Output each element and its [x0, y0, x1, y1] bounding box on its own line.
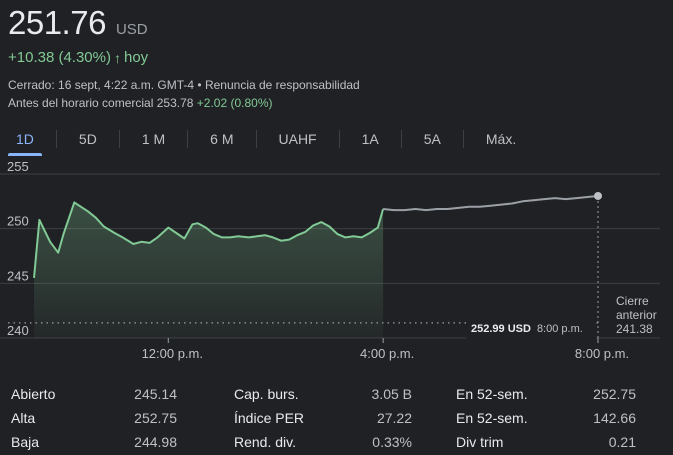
extended-session-line	[382, 195, 599, 212]
hover-tooltip: 252.99 USD 8:00 p.m.	[466, 319, 596, 339]
tab-max[interactable]: Máx.	[478, 125, 524, 153]
stat-open: Abierto 245.14	[11, 384, 177, 404]
tab-divider	[462, 130, 464, 148]
x-tick-label: 8:00 p.m.	[575, 346, 629, 361]
stat-low: Baja 244.98	[11, 432, 177, 452]
premarket-line: Antes del horario comercial 253.78 +2.02…	[8, 96, 273, 110]
stat-label: Abierto	[11, 386, 56, 402]
tab-divider	[118, 130, 120, 148]
stat-quarterly-div: Div trim 0.21	[456, 432, 636, 452]
stat-52wk-high: En 52-sem. 252.75	[456, 384, 636, 404]
stat-label: Baja	[11, 434, 40, 450]
tooltip-price: 252.99 USD	[471, 323, 531, 335]
price-header: 251.76 USD	[8, 4, 148, 42]
stat-div-yield: Rend. div. 0.33%	[234, 432, 412, 452]
tab-divider	[400, 130, 402, 148]
last-price-dot	[594, 191, 602, 200]
stat-label: Cap. burs.	[234, 386, 299, 402]
stat-value: 142.66	[593, 410, 636, 426]
previous-close-value: 241.38	[616, 322, 653, 336]
tab-1m[interactable]: 1 M	[134, 125, 173, 153]
tab-divider	[338, 130, 340, 148]
stat-pe-ratio: Índice PER 27.22	[234, 408, 412, 428]
x-tick-label: 12:00 p.m.	[142, 346, 203, 361]
stat-value: 244.98	[134, 434, 177, 450]
stat-value: 245.14	[134, 386, 177, 402]
stat-value: 252.75	[593, 386, 636, 402]
stat-market-cap: Cap. burs. 3.05 B	[234, 384, 412, 404]
tab-ytd[interactable]: UAHF	[271, 125, 325, 153]
y-tick-label: 240	[7, 323, 29, 338]
arrow-up-icon: ↑	[114, 49, 121, 66]
tab-6m[interactable]: 6 M	[202, 125, 241, 153]
market-status-text: Cerrado: 16 sept, 4:22 a.m. GMT-4 • Renu…	[8, 78, 360, 92]
change-period: hoy	[124, 49, 149, 66]
stat-value: 252.75	[134, 410, 177, 426]
change-value: +10.38 (4.30%)	[8, 49, 111, 66]
y-tick-label: 255	[7, 160, 29, 174]
tab-divider	[187, 130, 189, 148]
stat-label: Div trim	[456, 434, 504, 450]
x-tick-label: 4:00 p.m.	[360, 346, 414, 361]
tab-1d[interactable]: 1D	[8, 125, 42, 156]
stat-value: 0.33%	[372, 434, 412, 450]
stat-high: Alta 252.75	[11, 408, 177, 428]
y-tick-label: 250	[7, 214, 29, 229]
previous-close-marker: Cierre anterior 241.38	[616, 294, 673, 336]
stock-quote-widget: 251.76 USD +10.38 (4.30%) ↑ hoy Cerrado:…	[0, 0, 673, 455]
tab-5y[interactable]: 5A	[416, 125, 449, 153]
range-tabs: 1D 5D 1 M 6 M UAHF 1A 5A Máx.	[8, 124, 524, 156]
stat-value: 27.22	[376, 410, 412, 426]
currency-label: USD	[115, 21, 148, 38]
premarket-change: +2.02 (0.80%)	[196, 96, 273, 110]
premarket-label: Antes del horario comercial 253.78	[8, 96, 194, 110]
tab-5d[interactable]: 5D	[71, 125, 105, 153]
current-price: 251.76	[8, 4, 106, 41]
stat-value: 0.21	[608, 434, 636, 450]
stat-52wk-low: En 52-sem. 142.66	[456, 408, 636, 428]
stat-value: 3.05 B	[371, 386, 412, 402]
tab-1y[interactable]: 1A	[354, 125, 387, 153]
stat-label: En 52-sem.	[456, 386, 528, 402]
y-tick-label: 245	[7, 268, 29, 283]
stat-label: Rend. div.	[234, 434, 296, 450]
closed-time-text: Cerrado: 16 sept, 4:22 a.m. GMT-4 • Renu…	[8, 78, 360, 92]
previous-close-label: Cierre anterior	[616, 294, 657, 322]
tab-divider	[255, 130, 257, 148]
price-change: +10.38 (4.30%) ↑ hoy	[8, 49, 148, 66]
tab-divider	[55, 130, 57, 148]
tooltip-time: 8:00 p.m.	[536, 323, 583, 335]
stat-label: En 52-sem.	[456, 410, 528, 426]
stat-label: Índice PER	[234, 410, 305, 426]
stat-label: Alta	[11, 410, 36, 426]
regular-session-area	[34, 202, 384, 338]
